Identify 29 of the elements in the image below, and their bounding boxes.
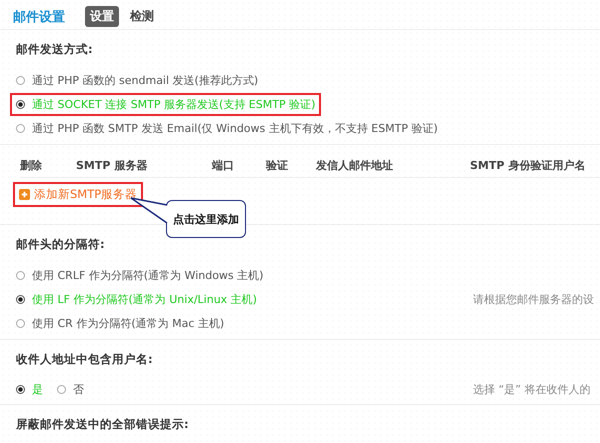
radio-button[interactable] — [16, 100, 25, 108]
column-header: SMTP 身份验证用户名 — [470, 158, 586, 172]
column-header: 验证 — [266, 158, 289, 172]
column-header: 发信人邮件地址 — [316, 158, 394, 172]
radio-option[interactable]: 通过 PHP 函数的 sendmail 发送(推荐此方式) — [10, 68, 264, 92]
section-title: 邮件发送方式: — [16, 41, 94, 58]
radio-button[interactable] — [16, 318, 25, 328]
page-title: 邮件设置 — [13, 8, 65, 26]
hint-text: 选择 “是” 将在收件人的 — [473, 382, 592, 396]
radio-option[interactable]: 否 — [51, 378, 90, 400]
hint-text: 请根据您邮件服务器的设 — [473, 292, 595, 306]
tab[interactable]: 检测 — [125, 6, 159, 27]
radio-button[interactable] — [57, 384, 66, 394]
column-header: 删除 — [20, 158, 43, 172]
section-title: 收件人地址中包含用户名: — [16, 351, 154, 368]
section-title: 屏蔽邮件发送中的全部错误提示: — [16, 416, 190, 433]
column-header: 端口 — [212, 158, 235, 172]
radio-button[interactable] — [16, 270, 25, 280]
plus-icon — [19, 189, 30, 200]
radio-button[interactable] — [16, 124, 25, 132]
radio-option[interactable]: 通过 PHP 函数 SMTP 发送 Email(仅 Windows 主机下有效，不支持 ESMTP 验证) — [10, 116, 444, 140]
tab[interactable]: 设置 — [85, 6, 119, 27]
column-header: SMTP 服务器 — [76, 158, 148, 172]
section-title: 邮件头的分隔符: — [16, 236, 106, 253]
radio-button[interactable] — [16, 384, 25, 394]
radio-option[interactable]: 使用 CRLF 作为分隔符(通常为 Windows 主机) — [10, 264, 270, 286]
radio-button[interactable] — [16, 294, 25, 304]
radio-option[interactable]: 使用 CR 作为分隔符(通常为 Mac 主机) — [10, 312, 230, 334]
radio-button[interactable] — [16, 76, 25, 84]
